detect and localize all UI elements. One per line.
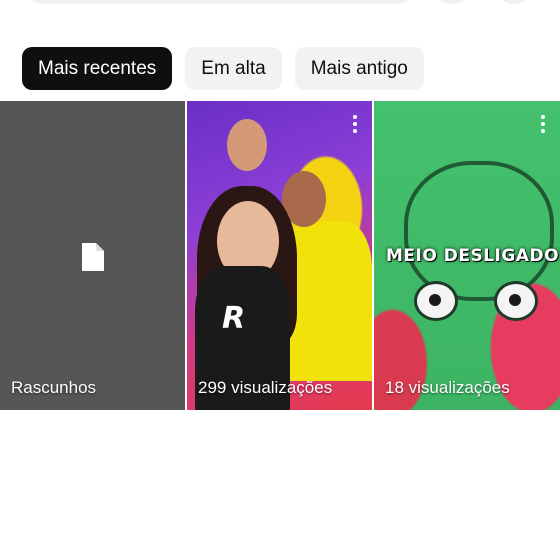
video-tile[interactable]: R 299 visualizações xyxy=(187,101,372,410)
filter-chips: Mais recentes Em alta Mais antigo xyxy=(22,47,424,90)
video-tile[interactable]: MEIO DESLIGADO! 18 visualizações xyxy=(374,101,560,410)
thumbnail-logo: R xyxy=(222,301,246,336)
chip-em-alta[interactable]: Em alta xyxy=(185,47,282,90)
toolbar-button[interactable] xyxy=(438,0,466,2)
more-options-icon[interactable] xyxy=(540,115,546,135)
chip-mais-antigo[interactable]: Mais antigo xyxy=(294,47,424,90)
thumbnail-art xyxy=(494,281,538,321)
document-icon xyxy=(82,243,104,271)
search-bar[interactable] xyxy=(30,0,410,2)
thumbnail-art xyxy=(227,119,267,171)
thumbnail-art xyxy=(404,161,554,301)
drafts-label: Rascunhos xyxy=(11,378,97,397)
drafts-tile[interactable]: Rascunhos xyxy=(0,101,185,410)
thumbnail-art xyxy=(414,281,458,321)
chip-mais-recentes[interactable]: Mais recentes xyxy=(22,47,173,90)
view-count: 299 visualizações xyxy=(198,378,333,397)
toolbar-button[interactable] xyxy=(500,0,528,2)
more-options-icon[interactable] xyxy=(352,115,358,135)
view-count: 18 visualizações xyxy=(385,378,510,397)
thumbnail-overlay-text: MEIO DESLIGADO! xyxy=(386,246,560,266)
shorts-grid: Rascunhos R 299 visualizações MEIO DESLI… xyxy=(0,101,560,410)
top-bar xyxy=(0,0,560,14)
